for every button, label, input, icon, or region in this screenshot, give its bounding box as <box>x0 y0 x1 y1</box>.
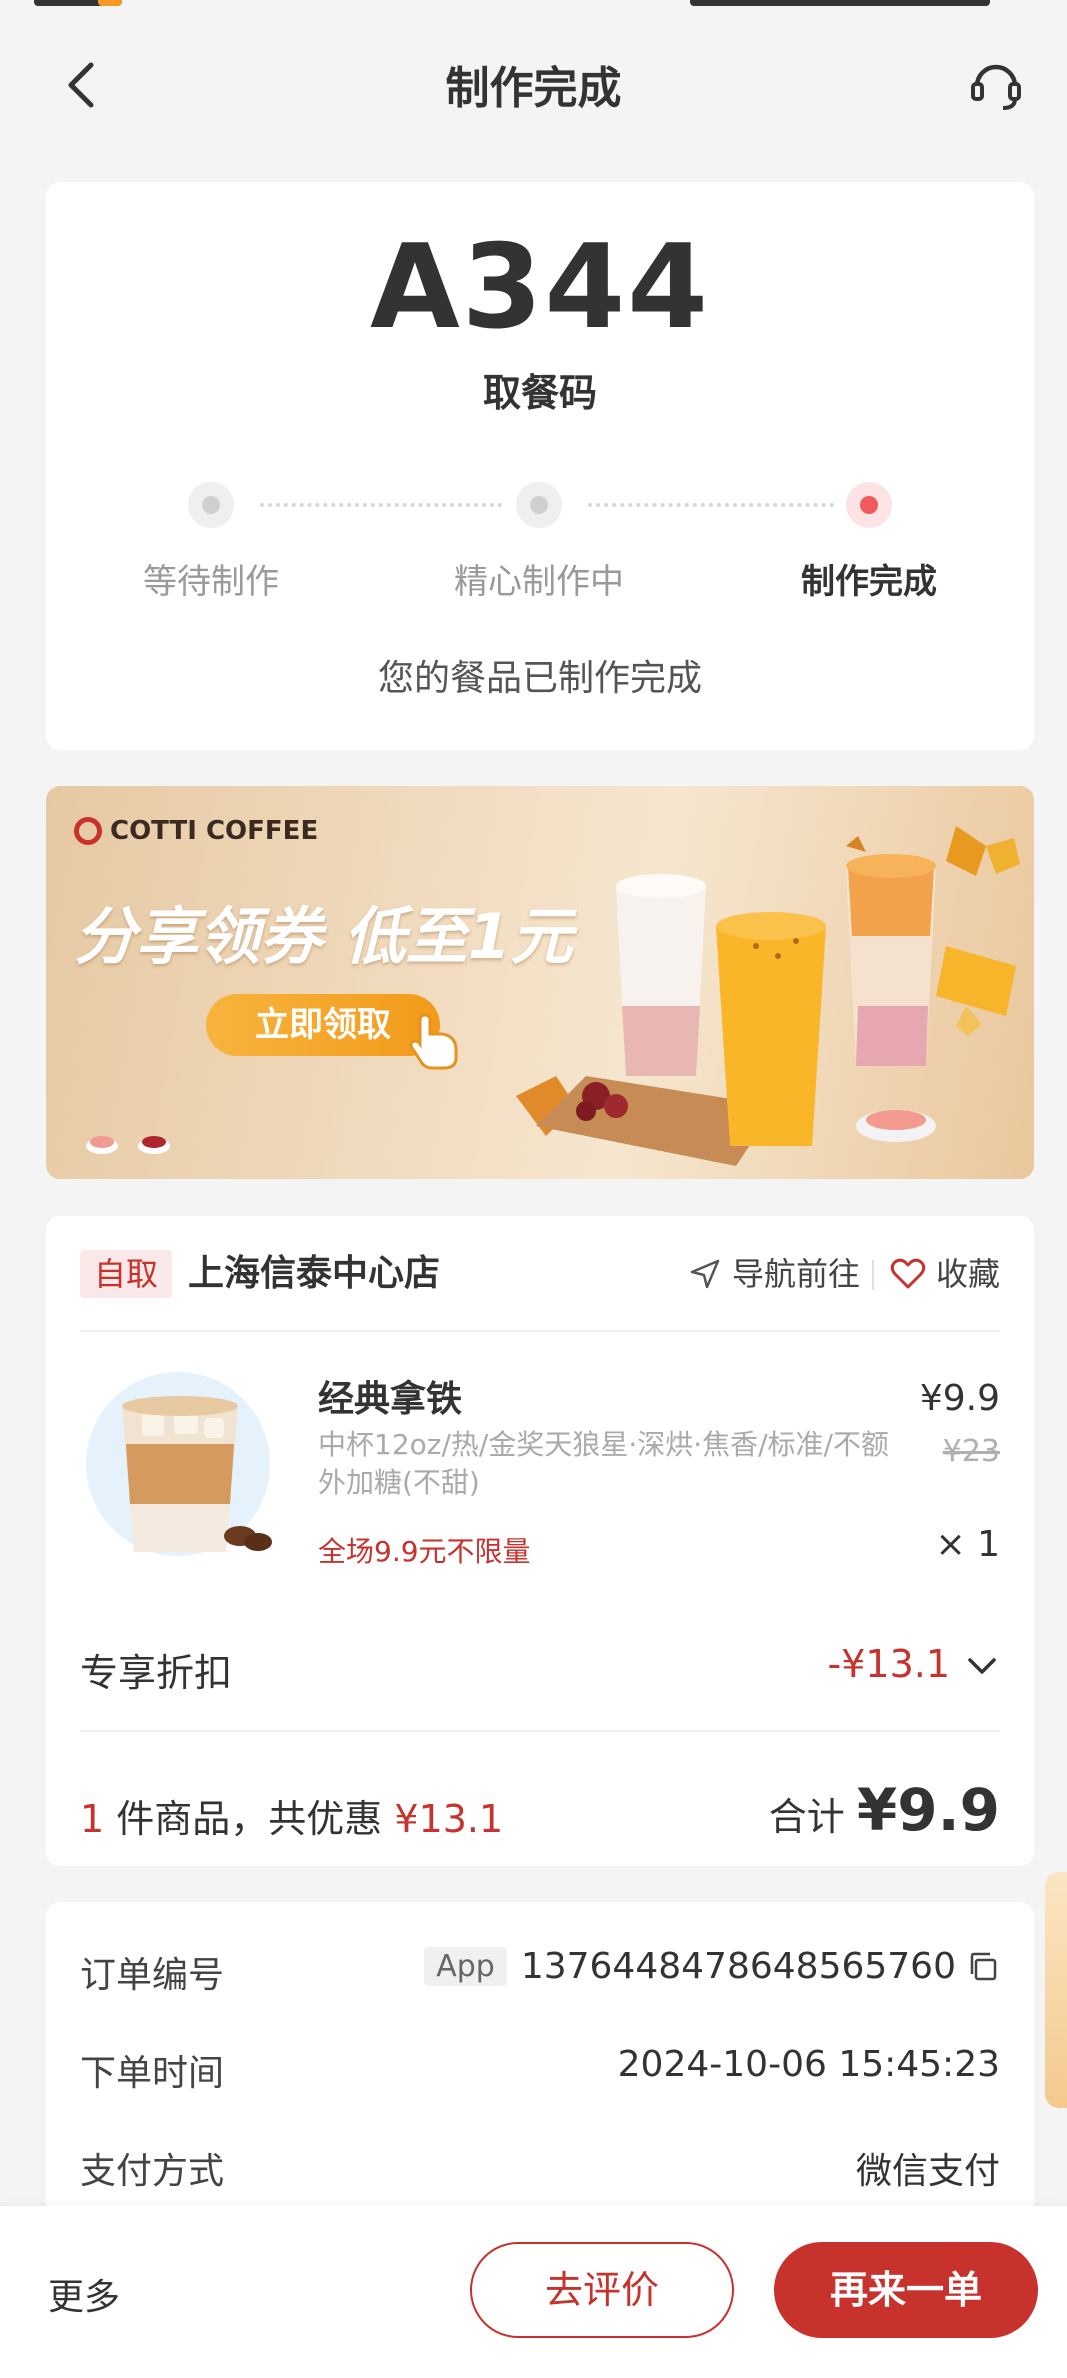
status-bar <box>0 0 1067 12</box>
floating-promo-widget[interactable] <box>1045 1872 1067 2108</box>
status-icons-stub <box>690 0 990 6</box>
copy-icon[interactable] <box>966 1950 1000 1984</box>
discount-value: -¥13.1 <box>827 1642 951 1686</box>
brand-name: COTTI COFFEE <box>110 816 319 846</box>
cotti-logo-icon <box>74 817 102 845</box>
pickup-code-label: 取餐码 <box>482 371 597 415</box>
brand-logo: COTTI COFFEE <box>74 816 318 846</box>
step-connector <box>588 503 834 507</box>
banner-title: 分享领券 低至1元 <box>74 900 573 973</box>
product-price: ¥9.9 <box>919 1378 1000 1419</box>
navigate-button[interactable]: 导航前往 <box>688 1250 860 1298</box>
banner-claim-button[interactable]: 立即领取 <box>206 994 440 1056</box>
step-dot-making <box>516 482 562 528</box>
pickup-tag: 自取 <box>80 1250 173 1298</box>
headset-icon <box>971 64 1021 110</box>
step-connector <box>260 503 502 507</box>
heart-icon <box>890 1258 926 1289</box>
store-row: 自取 上海信泰中心店 导航前往 收藏 <box>80 1250 1000 1300</box>
discount-row[interactable]: 专享折扣 -¥13.1 <box>80 1636 1000 1696</box>
order-number-row: 订单编号 App 1376448478648565760 <box>80 1938 1000 1998</box>
favorite-label: 收藏 <box>935 1255 1000 1293</box>
summary-total: 合计 ¥9.9 <box>769 1776 1000 1844</box>
step-dot-done <box>846 482 892 528</box>
reorder-button[interactable]: 再来一单 <box>774 2242 1038 2338</box>
banner-fine-print <box>84 1124 384 1164</box>
product-name: 经典拿铁 <box>318 1379 463 1420</box>
store-name: 上海信泰中心店 <box>188 1253 441 1294</box>
payment-row: 支付方式 微信支付 <box>80 2134 1000 2194</box>
pickup-card: A344 取餐码 等待制作 精心制作中 制作完成 您的餐品已制作完成 <box>46 182 1034 750</box>
payment-method: 微信支付 <box>855 2151 1000 2192</box>
step-label-waiting: 等待制作 <box>143 562 279 602</box>
divider <box>872 1260 874 1290</box>
total-amount: ¥9.9 <box>856 1776 1000 1844</box>
order-time-label: 下单时间 <box>80 2053 225 2094</box>
total-label: 合计 <box>768 1795 845 1839</box>
customer-service-button[interactable] <box>961 50 1031 120</box>
order-number-label: 订单编号 <box>80 1955 225 1996</box>
item-count: 1 <box>80 1797 105 1841</box>
status-notification-stub <box>98 0 122 6</box>
step-label-done: 制作完成 <box>801 562 937 602</box>
pickup-code: A344 <box>370 220 710 355</box>
saved-amount: ¥13.1 <box>394 1797 504 1841</box>
order-number: 1376448478648565760 <box>520 1946 956 1987</box>
progress-steps: 等待制作 精心制作中 制作完成 <box>46 482 1034 602</box>
product-spec: 中杯12oz/热/金奖天狼星·深烘·焦香/标准/不额外加糖(不甜) <box>318 1428 889 1499</box>
latte-product-image <box>86 1372 272 1556</box>
promo-banner[interactable]: COTTI COFFEE 分享领券 低至1元 立即领取 <box>46 786 1034 1179</box>
product-promo: 全场9.9元不限量 <box>318 1535 531 1568</box>
step-dot-waiting <box>188 482 234 528</box>
drinks-illustration <box>516 826 1020 1166</box>
page-title: 制作完成 <box>445 63 622 114</box>
navigate-label: 导航前往 <box>731 1255 860 1293</box>
divider <box>80 1730 1000 1732</box>
discount-label: 专享折扣 <box>80 1651 233 1695</box>
bottom-action-bar: 更多 去评价 再来一单 <box>0 2206 1067 2378</box>
product-original-price: ¥23 <box>942 1434 1000 1469</box>
pointing-hand-icon <box>409 1013 458 1070</box>
order-number-value: App 1376448478648565760 <box>424 1946 1000 1987</box>
summary-items: 1 件商品，共优惠 ¥13.1 <box>80 1788 503 1843</box>
order-summary: 1 件商品，共优惠 ¥13.1 合计 ¥9.9 <box>80 1776 1000 1846</box>
order-source-badge: App <box>424 1947 507 1986</box>
step-label-making: 精心制作中 <box>454 562 624 602</box>
payment-label: 支付方式 <box>80 2151 225 2192</box>
review-button[interactable]: 去评价 <box>470 2242 734 2338</box>
chevron-down-icon <box>968 1658 996 1674</box>
header: 制作完成 <box>0 0 1067 170</box>
item-count-text: 件商品，共优惠 <box>116 1797 383 1841</box>
divider <box>80 1330 1000 1332</box>
navigation-arrow-icon <box>690 1259 720 1289</box>
topping-icons <box>86 1136 170 1154</box>
order-card: 自取 上海信泰中心店 导航前往 收藏 经典拿铁 中杯12oz/热/金奖天狼星·深… <box>46 1216 1034 1866</box>
pickup-message: 您的餐品已制作完成 <box>377 658 702 699</box>
order-time-row: 下单时间 2024-10-06 15:45:23 <box>80 2036 1000 2096</box>
product-quantity: × 1 <box>935 1524 1000 1565</box>
order-time: 2024-10-06 15:45:23 <box>617 2044 1000 2085</box>
more-button[interactable]: 更多 <box>48 2268 120 2320</box>
favorite-button[interactable]: 收藏 <box>890 1250 1000 1298</box>
